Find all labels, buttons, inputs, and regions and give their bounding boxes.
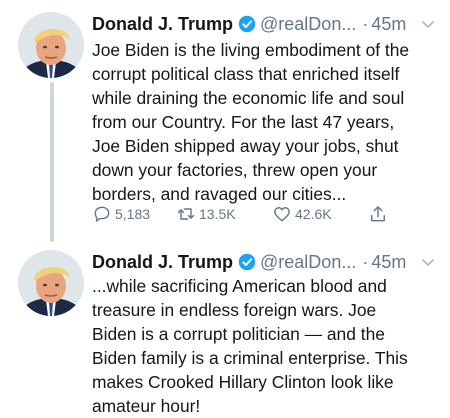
author-name[interactable]: Donald J. Trump <box>92 252 233 273</box>
avatar-photo <box>18 250 84 316</box>
separator-dot: · <box>362 251 369 272</box>
tweet[interactable]: Donald J. Trump @realDon... · 45m ...whi… <box>0 240 450 417</box>
retweet-icon <box>177 208 195 220</box>
share-button[interactable] <box>368 204 392 224</box>
tweet-header: Donald J. Trump @realDon... · 45m <box>92 10 440 38</box>
share-icon <box>371 206 385 222</box>
tweet-header: Donald J. Trump @realDon... · 45m <box>92 248 440 276</box>
tweet[interactable]: Donald J. Trump @realDon... · 45m Joe Bi… <box>0 0 450 240</box>
separator-dot: · <box>362 13 369 34</box>
timestamp[interactable]: 45m <box>371 252 406 273</box>
reply-button[interactable]: 5,183 <box>92 204 170 224</box>
like-count: 42.6K <box>295 206 332 222</box>
verified-badge-icon <box>238 15 256 33</box>
chevron-down-icon[interactable] <box>420 16 436 32</box>
author-handle[interactable]: @realDon... <box>260 252 356 273</box>
tweet-actions: 5,183 13.5K 42.6K <box>92 202 392 226</box>
author-name[interactable]: Donald J. Trump <box>92 14 233 35</box>
author-handle[interactable]: @realDon... <box>260 14 356 35</box>
like-button[interactable]: 42.6K <box>272 204 368 224</box>
reply-count: 5,183 <box>115 206 151 222</box>
tweet-text: ...while sacrificing American blood and … <box>92 276 408 416</box>
chevron-down-icon[interactable] <box>420 254 436 270</box>
avatar-photo <box>18 12 84 78</box>
retweet-button[interactable]: 13.5K <box>176 204 272 224</box>
avatar[interactable] <box>18 12 84 78</box>
timestamp[interactable]: 45m <box>371 14 406 35</box>
tweet-text: Joe Biden is the living embodiment of th… <box>92 40 410 204</box>
avatar[interactable] <box>18 250 84 316</box>
retweet-count: 13.5K <box>199 206 236 222</box>
like-icon <box>274 207 290 222</box>
reply-icon <box>94 206 110 222</box>
verified-badge-icon <box>238 253 256 271</box>
